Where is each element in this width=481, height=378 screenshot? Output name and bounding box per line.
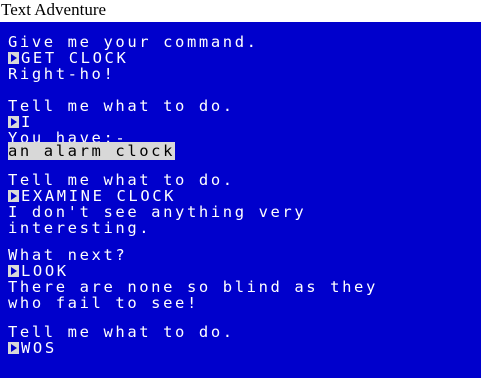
game-response-text: interesting. bbox=[8, 219, 152, 237]
inventory-item: an alarm clock bbox=[8, 142, 176, 160]
command-line: I bbox=[8, 114, 33, 130]
command-input-line[interactable]: WOS bbox=[8, 340, 57, 356]
game-prompt-text: Tell me what to do. bbox=[8, 97, 235, 115]
game-response-text: There are none so blind as they bbox=[8, 278, 378, 296]
game-response-text: who fail to see! bbox=[8, 294, 199, 312]
command-line: EXAMINE CLOCK bbox=[8, 188, 176, 204]
game-prompt-text: Tell me what to do. bbox=[8, 171, 235, 189]
game-prompt-text: Give me your command. bbox=[8, 33, 259, 51]
command-line: GET CLOCK bbox=[8, 50, 128, 66]
prompt-arrow-icon bbox=[8, 190, 19, 202]
game-screen[interactable]: Give me your command. GET CLOCK Right-ho… bbox=[0, 22, 481, 378]
command-line: LOOK bbox=[8, 263, 69, 279]
prompt-arrow-icon bbox=[8, 52, 19, 64]
prompt-arrow-icon bbox=[8, 116, 19, 128]
window-title: Text Adventure bbox=[1, 0, 107, 19]
prompt-arrow-icon bbox=[8, 265, 19, 277]
game-response-text: Right-ho! bbox=[8, 65, 116, 83]
game-response-text: I don't see anything very bbox=[8, 203, 307, 221]
game-prompt-text: What next? bbox=[8, 246, 128, 264]
command-input-text[interactable]: WOS bbox=[21, 339, 57, 357]
prompt-arrow-icon bbox=[8, 342, 19, 354]
game-prompt-text: Tell me what to do. bbox=[8, 323, 235, 341]
inventory-item-highlight: an alarm clock bbox=[8, 142, 176, 160]
